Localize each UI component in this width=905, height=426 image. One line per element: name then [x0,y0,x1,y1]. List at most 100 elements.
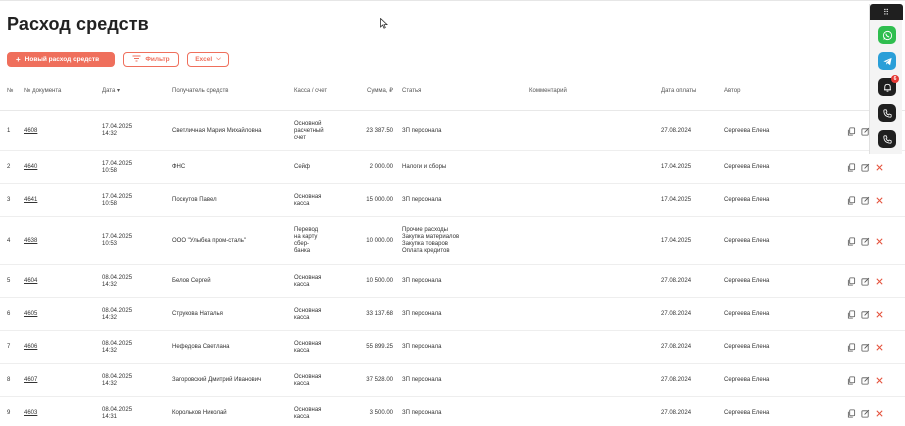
row-date-line: 14:31 [102,413,118,420]
table-row[interactable]: 6 4605 08.04.2025 14:32 Струкова Наталья Осно… [0,298,905,331]
recipient-name: Поскутов Павел [172,197,217,204]
filter-button[interactable]: Фильтр [123,52,179,67]
copy-icon[interactable] [847,126,856,136]
delete-icon[interactable] [875,343,884,352]
copy-icon[interactable] [847,409,856,418]
row-date-line: 10:58 [102,167,118,174]
phone-icon[interactable] [878,130,896,148]
document-link[interactable]: 4606 [24,344,37,351]
top-divider [0,0,905,1]
bell-icon[interactable]: 6 [878,75,899,96]
delete-icon[interactable] [875,196,884,205]
row-number: 9 [7,410,10,417]
article-name-line: ЗП персонала [402,410,442,416]
document-link[interactable]: 4608 [24,128,37,135]
document-link-line: 4603 [24,410,38,416]
col-header-comment[interactable]: Комментарий [529,88,567,95]
document-link[interactable]: 4604 [24,278,37,285]
table-row[interactable]: 7 4606 08.04.2025 14:32 Нефедова Светлана Осн… [0,331,905,364]
row-date-line: 08.04.2025 [102,373,133,380]
copy-icon[interactable] [847,277,856,286]
document-link[interactable]: 4607 [24,377,37,384]
edit-icon[interactable] [861,310,870,319]
row-date-line: 08.04.2025 [102,307,133,314]
grid-menu-icon[interactable]: ⠿ [870,4,903,20]
edit-icon[interactable] [861,237,870,246]
document-link[interactable]: 4640 [24,164,37,171]
payment-date-line: 17.04.2025 [661,237,692,244]
delete-icon[interactable] [875,237,884,246]
delete-icon[interactable] [875,163,884,172]
edit-icon[interactable] [861,376,870,385]
copy-icon[interactable] [847,196,856,205]
recipient-name: Корольков Николай [172,410,227,417]
edit-icon[interactable] [861,196,870,205]
row-date: 17.04.2025 10:58 [102,194,132,208]
row-actions [847,277,884,286]
article-name-line: Оплата кредитов [402,248,450,254]
row-date-line: 08.04.2025 [102,340,133,347]
table-row[interactable]: 4 4638 17.04.2025 10:53 ООО "Улыбка пром-ста… [0,217,905,265]
kassa-name-line: Основная [294,340,322,347]
document-link-line: 4640 [24,164,38,170]
edit-icon[interactable] [861,163,870,172]
row-date-line: 10:53 [102,241,118,247]
document-link[interactable]: 4638 [24,238,37,245]
sort-desc-icon: ▾ [116,88,120,94]
whatsapp-icon[interactable] [878,26,896,44]
col-header-kassa[interactable]: Касса / счет [294,88,334,95]
edit-icon[interactable] [861,277,870,286]
col-header-author[interactable]: Автор [724,88,740,95]
col-header-article[interactable]: Статья [402,88,421,95]
kassa-name: Сейф [294,164,310,171]
sum-value: 15 000.00 [340,197,393,204]
row-date: 17.04.2025 10:53 [102,234,132,248]
table-row[interactable]: 9 4603 08.04.2025 14:31 Корольков Николай Осн… [0,397,905,426]
table-row[interactable]: 5 4604 08.04.2025 14:32 Белов Сергей Основная… [0,265,905,298]
row-number: 6 [7,311,10,318]
row-date: 17.04.2025 14:32 [102,124,132,138]
kassa-name-line: Перевод [294,227,319,233]
col-header-paydate[interactable]: Дата оплаты [661,88,696,95]
new-expense-button[interactable]: + Новый расход средств [7,52,115,67]
copy-icon[interactable] [847,163,856,172]
sum-value: 23 387.50 [340,128,393,135]
article-name-line: Прочие расходы [402,227,448,233]
document-link-line: 4606 [24,344,38,350]
phone-icon[interactable] [878,104,896,122]
table-row[interactable]: 8 4607 08.04.2025 14:32 Загоровский Дмитрий … [0,364,905,397]
table-row[interactable]: 2 4640 17.04.2025 10:58 ФНС Сейф 2 000.00 Налог… [0,151,905,184]
document-link[interactable]: 4603 [24,410,37,417]
delete-icon[interactable] [875,376,884,385]
sum-value-line: 37 528.00 [366,377,393,383]
table-row[interactable]: 1 4608 17.04.2025 14:32 Светличная Мария Мих… [0,111,905,151]
delete-icon[interactable] [875,277,884,286]
author-name-line: Сергеева Елена [724,377,770,383]
col-header-recipient[interactable]: Получатель средств [172,88,228,95]
excel-button[interactable]: Excel ⌵ [187,52,229,67]
edit-icon[interactable] [861,409,870,418]
delete-icon[interactable] [875,310,884,319]
author-name-line: Сергеева Елена [724,410,770,416]
author-name-line: Сергеева Елена [724,344,770,350]
copy-icon[interactable] [847,310,856,319]
author-name: Сергеева Елена [724,377,769,384]
sum-value: 2 000.00 [340,164,393,171]
delete-icon[interactable] [875,409,884,418]
copy-icon[interactable] [847,343,856,352]
chevron-down-icon: ⌵ [216,56,221,62]
col-header-sum[interactable]: Сумма, ₽ [340,88,393,95]
telegram-icon[interactable] [878,52,896,70]
article-name-line: ЗП персонала [402,278,442,284]
row-actions [847,376,884,385]
document-link[interactable]: 4605 [24,311,37,318]
copy-icon[interactable] [847,376,856,385]
document-link[interactable]: 4641 [24,197,37,204]
table-row[interactable]: 3 4641 17.04.2025 10:58 Поскутов Павел Основн… [0,184,905,217]
kassa-name: Основная касса [294,308,321,322]
copy-icon[interactable] [847,236,856,246]
edit-icon[interactable] [861,343,870,352]
col-header-doc[interactable]: № документа [24,88,61,95]
col-header-date[interactable]: Дата ▾ [102,88,120,95]
row-number-line: 9 [7,410,11,416]
